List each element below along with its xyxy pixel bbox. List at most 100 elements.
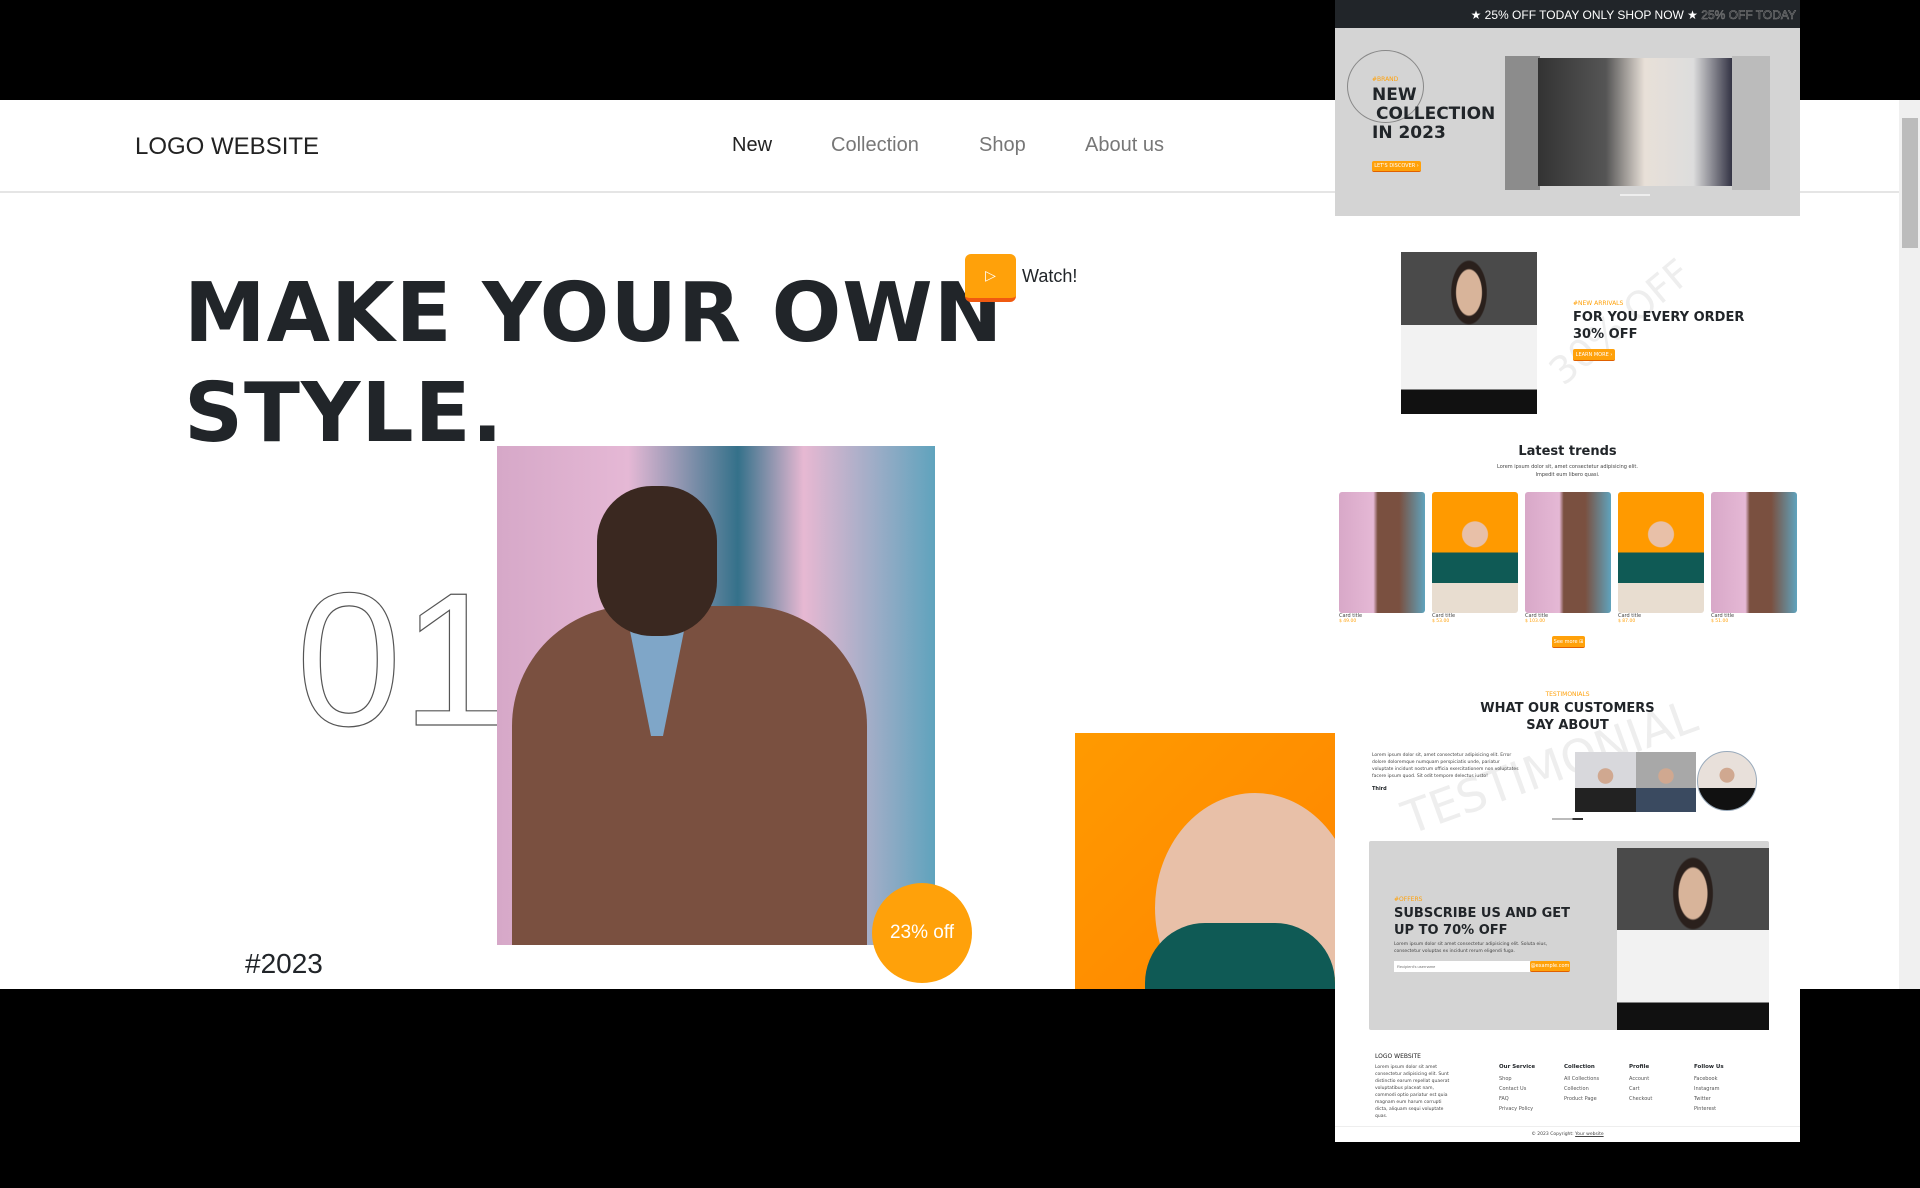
- discover-button[interactable]: LET'S DISCOVER ›: [1372, 161, 1421, 172]
- banner-line-3: IN 2023: [1372, 123, 1446, 143]
- watch-button[interactable]: ▷: [965, 254, 1016, 302]
- announcement-bar: ★ 25% OFF TODAY ONLY SHOP NOW ★ 25% OFF …: [1335, 0, 1800, 28]
- username-input[interactable]: [1394, 961, 1530, 972]
- learn-more-button[interactable]: LEARN MORE ›: [1573, 349, 1615, 361]
- arrivals-line-2: 30% OFF: [1573, 327, 1638, 342]
- nav-shop[interactable]: Shop: [979, 134, 1026, 157]
- scrollbar-thumb[interactable]: [1902, 118, 1918, 248]
- slide-number: 01: [295, 554, 508, 766]
- banner: #BRAND NEW COLLECTION IN 2023 LET'S DISCOV…: [1335, 28, 1800, 216]
- footer-logo: LOGO WEBSITE: [1375, 1053, 1421, 1060]
- footer-link[interactable]: Cart: [1629, 1086, 1652, 1092]
- footer-about: Lorem ipsum dolor sit amet consectetur a…: [1375, 1065, 1450, 1119]
- hero-headline: MAKE YOUR OWN STYLE.: [184, 264, 1003, 464]
- carousel-prev-slide: [1505, 56, 1540, 190]
- footer-link[interactable]: Pinterest: [1694, 1106, 1724, 1112]
- banner-line-2: COLLECTION: [1376, 104, 1496, 124]
- hero-model-image: [497, 446, 935, 945]
- discount-badge: 23% off: [872, 883, 972, 983]
- footer-link[interactable]: Twitter: [1694, 1096, 1724, 1102]
- subscribe-line-1: SUBSCRIBE US AND GET: [1394, 906, 1571, 921]
- headline-line-1: MAKE YOUR OWN: [184, 266, 1004, 361]
- product-card[interactable]: Card title $ 49.00: [1339, 492, 1425, 624]
- subscribe-image: [1617, 848, 1769, 1030]
- copyright-link[interactable]: Your website: [1575, 1132, 1603, 1137]
- product-image[interactable]: [1525, 492, 1611, 613]
- card-price: $ 51.00: [1711, 619, 1729, 624]
- product-image[interactable]: [1432, 492, 1518, 613]
- footer-link[interactable]: Contact Us: [1499, 1086, 1535, 1092]
- footer-link[interactable]: Instagram: [1694, 1086, 1724, 1092]
- testimonial-quote: Lorem ipsum dolor sit, amet consectetur …: [1372, 753, 1519, 779]
- footer-column-title: Our Service: [1499, 1064, 1536, 1070]
- trends-subtitle-2: Impedit eum libero quasi.: [1535, 472, 1600, 478]
- product-card[interactable]: Card title $ 87.00: [1618, 492, 1704, 624]
- testimonials-line-1: WHAT OUR CUSTOMERS: [1480, 701, 1655, 716]
- testimonials-line-2: SAY ABOUT: [1526, 718, 1609, 733]
- secondary-model-image: [1075, 733, 1355, 989]
- carousel-indicators[interactable]: [1620, 194, 1650, 196]
- customer-photo-2[interactable]: [1636, 752, 1696, 812]
- footer-link[interactable]: Account: [1629, 1076, 1652, 1082]
- card-price: $ 87.00: [1618, 619, 1636, 624]
- testimonial-indicators[interactable]: [1552, 818, 1583, 820]
- customer-photo-active[interactable]: [1697, 751, 1757, 811]
- subscribe-line-2: UP TO 70% OFF: [1394, 923, 1508, 938]
- year-tag: #2023: [245, 948, 323, 979]
- announcement-text: ★ 25% OFF TODAY ONLY SHOP NOW ★: [1470, 8, 1698, 22]
- nav-collection[interactable]: Collection: [831, 134, 919, 157]
- email-addon-button[interactable]: @example.com: [1530, 961, 1570, 972]
- banner-line-1: NEW: [1372, 85, 1417, 105]
- card-price: $ 53.00: [1432, 619, 1450, 624]
- page-preview-panel: ★ 25% OFF TODAY ONLY SHOP NOW ★ 25% OFF …: [1335, 0, 1800, 1142]
- product-card[interactable]: Card title $ 103.00: [1525, 492, 1611, 624]
- watch-label[interactable]: Watch!: [1022, 266, 1077, 287]
- card-price: $ 49.00: [1339, 619, 1357, 624]
- trends-subtitle-1: Lorem ipsum dolor sit, amet consectetur …: [1497, 464, 1638, 470]
- footer-column: Our Service Shop Contact Us FAQ Privacy Poli…: [1499, 1053, 1535, 1112]
- customer-photo-1[interactable]: [1575, 752, 1636, 812]
- product-image[interactable]: [1618, 492, 1704, 613]
- footer-link[interactable]: Facebook: [1694, 1076, 1724, 1082]
- play-icon: ▷: [985, 268, 996, 284]
- footer-link[interactable]: Privacy Policy: [1499, 1106, 1535, 1112]
- product-image[interactable]: [1339, 492, 1425, 613]
- arrivals-image: [1401, 252, 1537, 414]
- footer-column: Collection All Collections Collection Produ…: [1564, 1053, 1599, 1102]
- subscribe-text: Lorem ipsum dolor sit amet consectetur a…: [1394, 942, 1548, 954]
- nav-new[interactable]: New: [732, 134, 772, 157]
- footer-link[interactable]: Collection: [1564, 1086, 1599, 1092]
- banner-heading: NEW COLLECTION IN 2023: [1372, 86, 1495, 143]
- logo[interactable]: LOGO WEBSITE: [135, 133, 319, 161]
- footer-link[interactable]: All Collections: [1564, 1076, 1599, 1082]
- product-card[interactable]: Card title $ 51.00: [1711, 492, 1797, 624]
- carousel-next-slide: [1732, 56, 1770, 190]
- footer-column-title: Follow Us: [1694, 1064, 1724, 1070]
- card-price: $ 103.00: [1525, 619, 1546, 624]
- testimonial-author: Third: [1372, 786, 1387, 792]
- footer-link[interactable]: Product Page: [1564, 1096, 1599, 1102]
- nav-about-us[interactable]: About us: [1085, 134, 1164, 157]
- subscribe-box: #OFFERS SUBSCRIBE US AND GET UP TO 70% OF…: [1369, 841, 1769, 1030]
- footer-column-title: Collection: [1564, 1064, 1595, 1070]
- testimonials-heading: WHAT OUR CUSTOMERS SAY ABOUT: [1335, 700, 1800, 734]
- arrivals-tag: #NEW ARRIVALS: [1573, 300, 1624, 307]
- footer-column-title: Profile: [1629, 1064, 1650, 1070]
- product-card[interactable]: Card title $ 53.00: [1432, 492, 1518, 624]
- footer-column: Follow Us Facebook Instagram Twitter Pintere…: [1694, 1053, 1724, 1112]
- footer-divider: [1335, 1126, 1800, 1127]
- product-image[interactable]: [1711, 492, 1797, 613]
- footer-link[interactable]: Shop: [1499, 1076, 1535, 1082]
- announcement-ghost: 25% OFF TODAY: [1701, 8, 1796, 23]
- subscribe-heading: SUBSCRIBE US AND GET UP TO 70% OFF: [1394, 905, 1570, 939]
- copyright-text: © 2023 Copyright:: [1531, 1132, 1574, 1137]
- scrollbar[interactable]: [1899, 100, 1920, 989]
- see-more-button[interactable]: See more ⊞: [1552, 636, 1585, 648]
- trends-subtitle: Lorem ipsum dolor sit, amet consectetur …: [1335, 463, 1800, 479]
- footer-link[interactable]: Checkout: [1629, 1096, 1652, 1102]
- subscribe-tag: #OFFERS: [1394, 896, 1423, 903]
- footer-link[interactable]: FAQ: [1499, 1096, 1535, 1102]
- banner-tag: #BRAND: [1372, 76, 1399, 83]
- banner-carousel-image[interactable]: [1538, 58, 1732, 186]
- trends-title: Latest trends: [1518, 444, 1617, 459]
